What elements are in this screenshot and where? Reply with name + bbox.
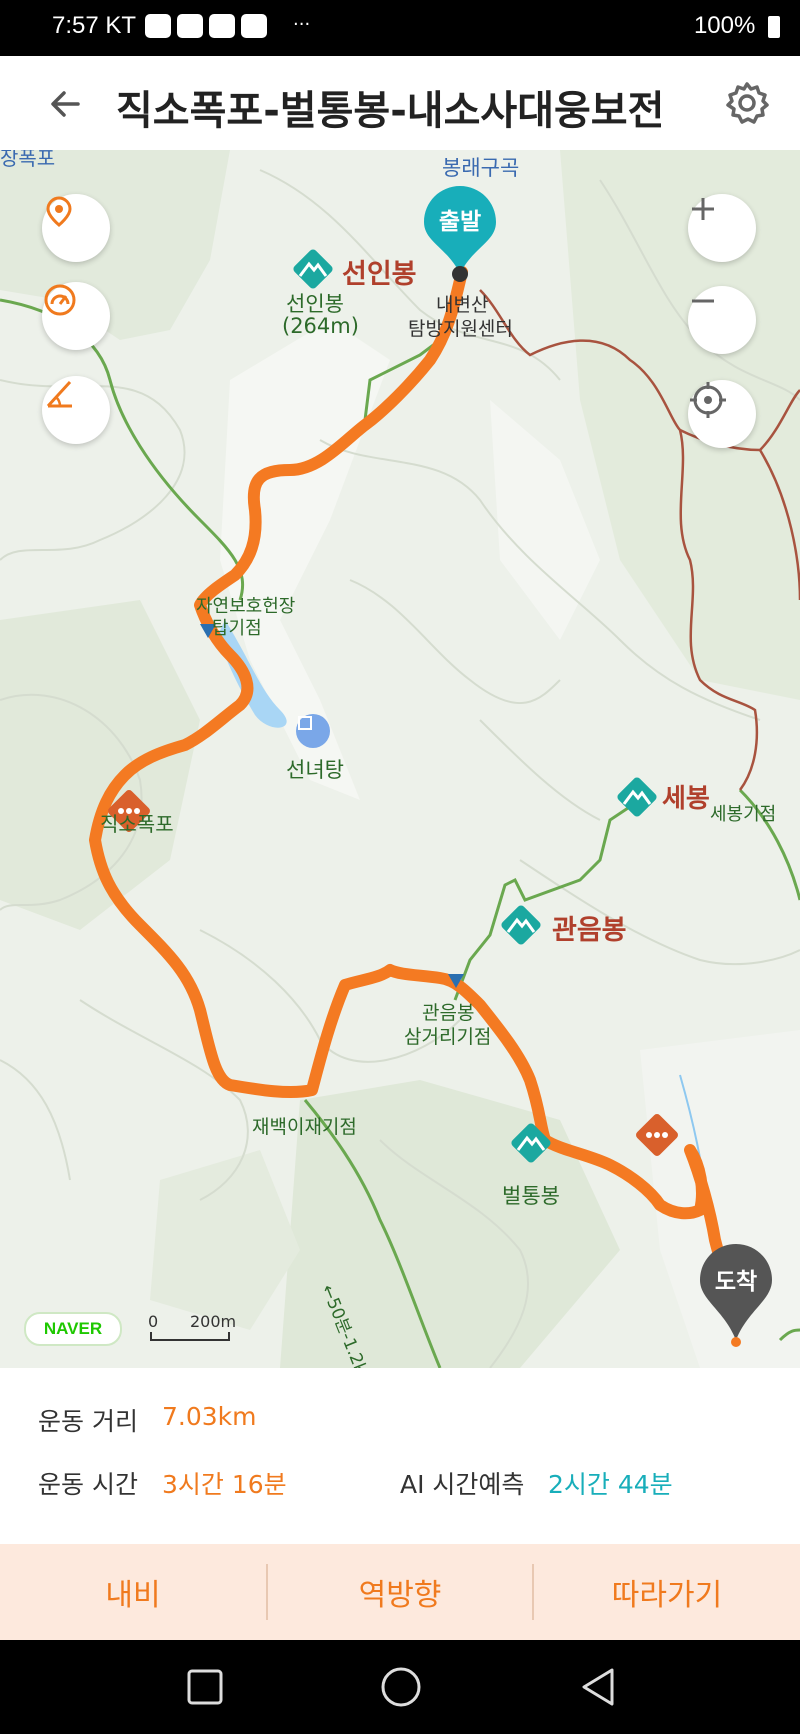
app-icon	[209, 14, 235, 38]
settings-button[interactable]	[724, 80, 770, 126]
home-button[interactable]	[380, 1666, 422, 1708]
naver-logo-text: NAVER	[43, 1319, 103, 1338]
status-notification-icons: ···	[145, 14, 310, 38]
scale-zero: 0	[148, 1312, 159, 1331]
speedometer-icon	[44, 284, 76, 316]
junction-flag-icon	[448, 974, 464, 988]
ruler-icon	[46, 380, 72, 408]
time-label: 운동 시간	[38, 1470, 138, 1499]
naver-logo: NAVER	[24, 1312, 122, 1346]
place-label: 봉래구곡	[442, 156, 520, 180]
recents-icon	[187, 1669, 223, 1705]
back-triangle-icon	[582, 1668, 614, 1706]
end-marker-label: 도착	[714, 1269, 758, 1295]
place-label: 장폭포	[0, 150, 56, 170]
scenic-marker	[296, 714, 330, 748]
back-arrow-icon	[51, 91, 80, 117]
zoom-out-icon	[692, 299, 714, 303]
speedometer-button[interactable]	[42, 282, 110, 350]
end-marker[interactable]: 도착	[698, 1240, 774, 1350]
place-label: 선녀탕	[286, 758, 344, 782]
bag-icon	[241, 14, 267, 38]
scale-distance: 200m	[190, 1312, 237, 1331]
my-location-button[interactable]	[688, 380, 756, 448]
scale-bar	[150, 1332, 230, 1341]
start-marker-label: 출발	[438, 209, 482, 235]
place-label: 재백이재기점	[252, 1116, 357, 1138]
status-more: ···	[293, 14, 311, 35]
peak-marker[interactable]	[508, 1120, 554, 1166]
start-marker[interactable]: 출발	[422, 182, 498, 282]
peak-name: 관음봉	[552, 915, 627, 946]
status-time: 7:57 KT	[52, 12, 137, 39]
mountain-icon	[293, 249, 333, 289]
location-pin-icon	[46, 196, 72, 227]
mountain-icon	[617, 777, 657, 817]
navigation-button[interactable]: 내비	[0, 1544, 266, 1640]
ai-time-label: AI 시간예측	[400, 1470, 525, 1499]
place-label: 세봉기점	[710, 804, 777, 825]
reverse-route-button[interactable]: 역방향	[268, 1544, 532, 1640]
recents-button[interactable]	[186, 1668, 224, 1706]
peak-name: 벌통봉	[502, 1184, 560, 1208]
time-value: 3시간 16분	[162, 1470, 287, 1499]
peak-name: 선인봉	[342, 259, 417, 290]
map-scale: 0 200m	[148, 1312, 238, 1342]
back-button[interactable]	[44, 82, 88, 126]
place-label: 탑기점	[212, 618, 262, 639]
back-nav-button[interactable]	[578, 1666, 618, 1708]
battery-text: 100%	[693, 12, 756, 39]
mountain-icon	[511, 1123, 551, 1163]
place-label: 탐방지원센터	[408, 318, 513, 340]
distance-label: 운동 거리	[38, 1407, 138, 1436]
measure-button[interactable]	[42, 376, 110, 444]
peak-marker[interactable]	[290, 246, 336, 292]
my-location-icon	[690, 382, 726, 418]
app-header: 직소폭포-벌통봉-내소사대웅보전	[0, 56, 800, 150]
zoom-in-button[interactable]	[688, 194, 756, 262]
status-battery: 100%	[694, 12, 780, 40]
poi-marker[interactable]	[632, 1110, 682, 1160]
peak-elevation: (264m)	[282, 314, 359, 338]
trail-map[interactable]: 장폭포 봉래구곡 출발 선인봉 선인봉 (264m) 내변산 탐방지원센터 자연…	[0, 150, 800, 1368]
action-bar: 내비 역방향 따라가기	[0, 1544, 800, 1640]
home-icon	[381, 1667, 421, 1707]
zoom-out-button[interactable]	[688, 286, 756, 354]
more-poi-icon	[636, 1114, 678, 1156]
app-icon	[177, 14, 203, 38]
place-label: 직소폭포	[100, 812, 174, 836]
peak-name: 세봉	[662, 784, 710, 814]
map-canvas	[0, 150, 800, 1368]
peak-marker[interactable]	[614, 774, 660, 820]
place-label: 삼거리기점	[404, 1026, 492, 1048]
status-bar: 7:57 KT ··· 100%	[0, 0, 800, 56]
follow-route-button[interactable]: 따라가기	[534, 1544, 800, 1640]
talk-icon	[145, 14, 171, 38]
gear-icon	[726, 82, 769, 124]
system-nav-bar	[0, 1640, 800, 1734]
zoom-in-icon	[692, 198, 714, 220]
route-summary: 운동 거리 7.03km 운동 시간 3시간 16분 AI 시간예측 2시간 4…	[0, 1368, 800, 1544]
place-label: 내변산	[436, 294, 489, 316]
distance-value: 7.03km	[162, 1402, 257, 1431]
junction-marker	[446, 970, 466, 990]
scenic-icon	[298, 716, 312, 730]
peak-marker[interactable]	[498, 902, 544, 948]
place-label: 관음봉	[422, 1002, 475, 1024]
page-title: 직소폭포-벌통봉-내소사대웅보전	[116, 88, 665, 134]
mountain-icon	[501, 905, 541, 945]
location-pin-button[interactable]	[42, 194, 110, 262]
battery-icon	[768, 15, 780, 38]
ai-time-value: 2시간 44분	[548, 1470, 673, 1499]
